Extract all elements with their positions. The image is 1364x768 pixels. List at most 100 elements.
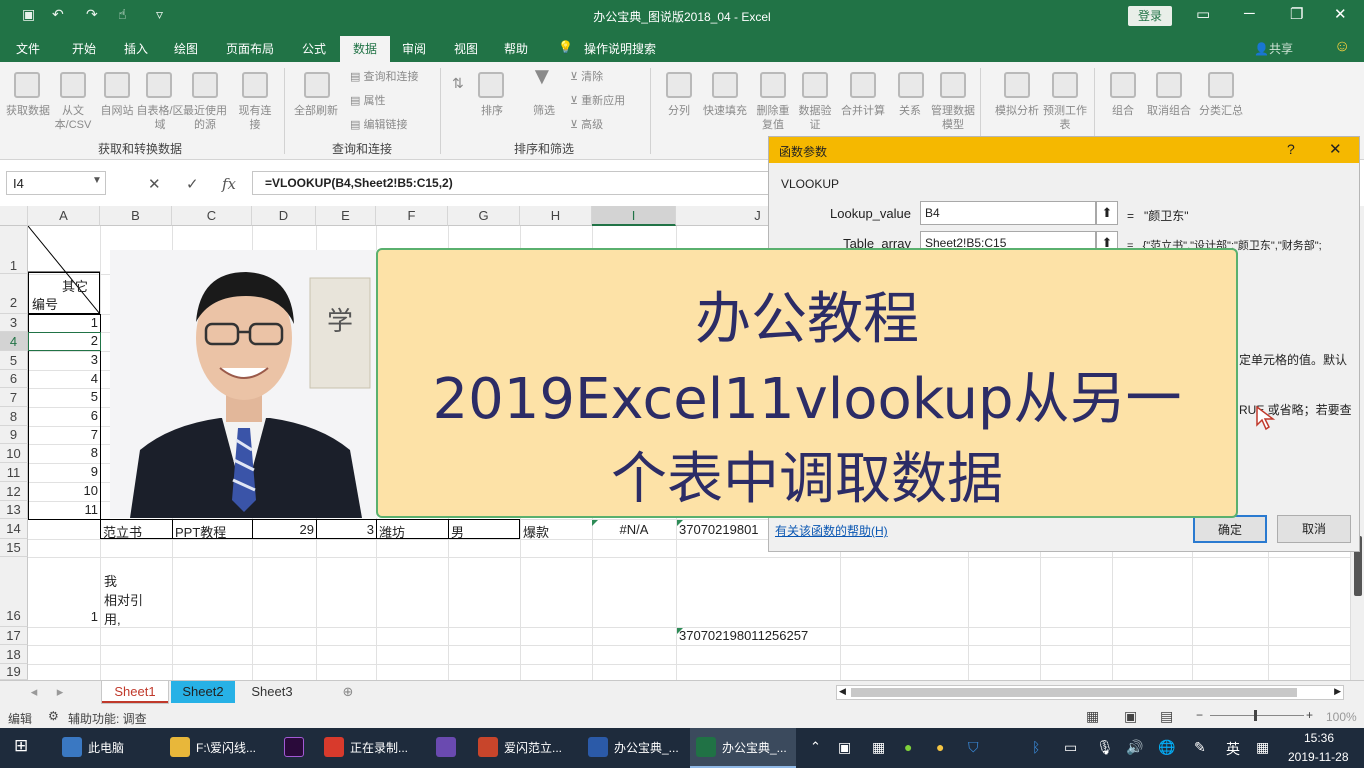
row-header-11[interactable]: 11 xyxy=(0,463,28,482)
enter-formula-icon[interactable]: ✓ xyxy=(186,175,199,193)
page-layout-view-icon[interactable]: ▣ xyxy=(1124,708,1137,725)
windows-start-icon[interactable]: ⊞ xyxy=(14,736,28,756)
data-model-button[interactable]: 管理数据模型 xyxy=(930,104,976,132)
microphone-icon[interactable]: 🎙 xyxy=(1096,739,1114,756)
split-button[interactable]: 分列 xyxy=(660,104,698,118)
taskbar-item-folder[interactable]: F:\爱闪线... xyxy=(196,739,256,756)
bluetooth-icon[interactable]: ᛒ xyxy=(1032,739,1040,755)
function-help-link[interactable]: 有关该函数的帮助(H) xyxy=(775,522,888,539)
scroll-right-icon[interactable]: ▶ xyxy=(1334,686,1341,697)
insert-function-icon[interactable]: fx xyxy=(222,175,236,193)
row-header-4[interactable]: 4 xyxy=(0,332,28,351)
column-header-c[interactable]: C xyxy=(172,206,252,226)
input-mode-icon[interactable]: ▦ xyxy=(1256,739,1269,756)
zoom-in-icon[interactable]: + xyxy=(1306,708,1313,722)
row-header-7[interactable]: 7 xyxy=(0,388,28,407)
zoom-slider-thumb[interactable] xyxy=(1254,710,1257,721)
taskbar-item-powerpoint[interactable]: 爱闪范立... xyxy=(504,739,562,756)
tab-page-layout[interactable]: 页面布局 xyxy=(226,40,274,57)
tab-data[interactable]: 数据 xyxy=(340,36,390,64)
row-header-14[interactable]: 14 xyxy=(0,519,28,539)
zoom-level[interactable]: 100% xyxy=(1326,710,1357,724)
consolidate-button[interactable]: 合并计算 xyxy=(836,104,890,118)
cell-b16-line1[interactable]: 我 xyxy=(104,571,117,590)
from-table-button[interactable]: 自表格/区域 xyxy=(136,104,184,132)
row-header-3[interactable]: 3 xyxy=(0,314,28,332)
recent-sources-button[interactable]: 最近使用的源 xyxy=(182,104,228,132)
cell-b14[interactable]: 范立书 xyxy=(103,522,142,541)
globe-icon[interactable]: 🌐 xyxy=(1158,739,1175,756)
sheet-tab-sheet3[interactable]: Sheet3 xyxy=(240,681,304,703)
column-header-b[interactable]: B xyxy=(100,206,172,226)
row-header-15[interactable]: 15 xyxy=(0,539,28,557)
properties-button[interactable]: ▤ 属性 xyxy=(350,94,385,108)
data-validation-button[interactable]: 数据验证 xyxy=(794,104,836,132)
volume-icon[interactable]: 🔊 xyxy=(1126,739,1143,756)
tray-app-icon[interactable]: ● xyxy=(904,739,912,755)
cell-h14[interactable]: 爆款 xyxy=(523,522,549,541)
next-sheet-icon[interactable]: ▸ xyxy=(52,681,68,703)
share-button[interactable]: 👤共享 xyxy=(1254,40,1293,57)
column-header-a[interactable]: A xyxy=(28,206,100,226)
minimize-icon[interactable]: ─ xyxy=(1244,5,1255,22)
cell-d14[interactable]: 29 xyxy=(254,522,314,537)
dialog-close-icon[interactable]: ✕ xyxy=(1329,140,1342,158)
from-csv-button[interactable]: 从文本/CSV xyxy=(50,104,96,132)
cancel-button[interactable]: 取消 xyxy=(1277,515,1351,543)
row-header-2[interactable]: 2 xyxy=(0,274,28,314)
what-if-button[interactable]: 模拟分析 xyxy=(988,104,1046,118)
horizontal-scroll-thumb[interactable] xyxy=(851,688,1297,697)
close-icon[interactable]: ✕ xyxy=(1334,5,1347,23)
column-header-d[interactable]: D xyxy=(252,206,316,226)
help-icon[interactable]: ? xyxy=(1287,141,1295,157)
clock-date[interactable]: 2019-11-28 xyxy=(1288,750,1349,764)
pen-icon[interactable]: ✎ xyxy=(1194,739,1206,756)
column-header-i[interactable]: I xyxy=(592,206,676,226)
row-header-6[interactable]: 6 xyxy=(0,370,28,388)
ok-button[interactable]: 确定 xyxy=(1193,515,1267,543)
add-sheet-icon[interactable]: ⊕ xyxy=(338,681,358,703)
advanced-button[interactable]: ⊻ 高级 xyxy=(570,118,603,132)
existing-connections-button[interactable]: 现有连接 xyxy=(236,104,274,132)
clock-time[interactable]: 15:36 xyxy=(1304,731,1334,745)
lookup-value-input[interactable]: B4 xyxy=(920,201,1096,225)
group-button[interactable]: 组合 xyxy=(1102,104,1144,118)
queries-connections-button[interactable]: ▤ 查询和连接 xyxy=(350,70,418,84)
row-header-5[interactable]: 5 xyxy=(0,351,28,370)
row-header-1[interactable]: 1 xyxy=(0,226,28,274)
cell-a16[interactable]: 1 xyxy=(30,609,98,624)
taskbar-item-word[interactable]: 办公宝典_... xyxy=(614,739,679,756)
collapse-lookup-value-icon[interactable]: ⬆ xyxy=(1096,201,1118,225)
taskbar-item-this-pc[interactable]: 此电脑 xyxy=(88,739,124,756)
forecast-button[interactable]: 预测工作表 xyxy=(1042,104,1088,132)
tab-view[interactable]: 视图 xyxy=(454,40,478,57)
restore-icon[interactable]: ❐ xyxy=(1290,5,1303,23)
tab-file[interactable]: 文件 xyxy=(16,40,40,57)
row-header-10[interactable]: 10 xyxy=(0,444,28,463)
accessibility-status[interactable]: 辅助功能: 调查 xyxy=(68,710,147,727)
row-header-8[interactable]: 8 xyxy=(0,407,28,426)
edit-links-button[interactable]: ▤ 编辑链接 xyxy=(350,118,407,132)
cell-f14[interactable]: 潍坊 xyxy=(379,522,405,541)
prev-sheet-icon[interactable]: ◂ xyxy=(26,681,42,703)
horizontal-scrollbar[interactable]: ◀ ▶ xyxy=(836,685,1344,700)
tab-draw[interactable]: 绘图 xyxy=(174,40,198,57)
cell-j17[interactable]: 370702198011256257 xyxy=(679,628,808,643)
select-all-corner[interactable] xyxy=(0,206,28,226)
reapply-button[interactable]: ⊻ 重新应用 xyxy=(570,94,625,108)
row-header-9[interactable]: 9 xyxy=(0,426,28,444)
relationships-button[interactable]: 关系 xyxy=(890,104,930,118)
row-header-12[interactable]: 12 xyxy=(0,482,28,501)
row-header-17[interactable]: 17 xyxy=(0,627,28,645)
cell-i14[interactable]: #N/A xyxy=(594,522,674,537)
sort-button[interactable]: 排序 xyxy=(474,104,510,118)
clear-button[interactable]: ⊻ 清除 xyxy=(570,70,603,84)
subtotal-button[interactable]: 分类汇总 xyxy=(1194,104,1248,118)
tab-help[interactable]: 帮助 xyxy=(504,40,528,57)
smiley-feedback-icon[interactable]: ☺ xyxy=(1334,38,1350,56)
sheet-tab-sheet1[interactable]: Sheet1 xyxy=(102,681,168,703)
cell-b16-line2[interactable]: 相对引 xyxy=(104,590,143,609)
row-header-18[interactable]: 18 xyxy=(0,645,28,664)
sort-az-icon[interactable]: ⇅ xyxy=(452,76,464,90)
flash-fill-button[interactable]: 快速填充 xyxy=(698,104,752,118)
